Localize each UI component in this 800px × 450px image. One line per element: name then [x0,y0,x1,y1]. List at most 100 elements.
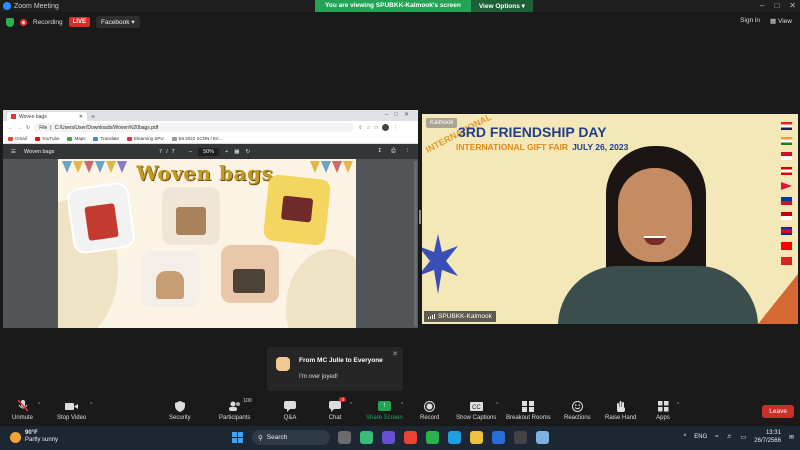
stop-video-button[interactable]: Stop Video [57,400,86,421]
video-options-chevron-icon[interactable]: ^ [90,402,92,408]
forward-icon[interactable]: → [17,125,22,131]
reactions-button[interactable]: Reactions [564,400,591,421]
more-icon[interactable]: ⋮ [405,148,411,155]
audio-options-chevron-icon[interactable]: ^ [38,402,40,408]
bookmark-maps[interactable]: Maps [67,136,85,141]
bookmark-youtube[interactable]: YouTube [34,136,59,141]
speaker-video[interactable]: Kalmook INTERNATIONAL 3RD FRIENDSHIP DAY… [422,114,798,324]
address-bar[interactable]: File | C:/Users/User/Downloads/Woven%20b… [34,123,355,132]
new-tab-icon[interactable]: + [91,114,95,121]
participants-button[interactable]: 100 Participants [219,398,252,421]
close-tab-icon: ✕ [78,113,83,120]
rotate-icon[interactable]: ↻ [246,149,251,155]
app-icon[interactable] [536,431,549,444]
search-icon: ⚲ [258,434,263,442]
language-indicator[interactable]: ENG [694,434,707,440]
shield-icon[interactable] [6,17,14,27]
share-banner: You are viewing SPUBKK-Kalmook's screen … [315,0,533,12]
menu-dots-icon[interactable]: ⋮ [393,125,398,131]
close-icon[interactable]: ✕ [392,350,398,358]
tray-chevron-icon[interactable]: ^ [683,434,686,440]
back-icon[interactable]: ← [8,125,13,131]
meet-icon[interactable] [360,431,373,444]
stream-target-dropdown[interactable]: Facebook ▾ [95,16,140,28]
volume-icon[interactable]: ♬ [727,434,733,440]
menu-icon[interactable]: ☰ [11,149,16,155]
star-icon[interactable]: ☆ [366,125,370,131]
clock[interactable]: 13:31 26/7/2566 [754,429,781,445]
edge-icon[interactable] [448,431,461,444]
bookmark-elearning[interactable]: Elearning SPU [127,136,164,141]
split-handle[interactable] [419,210,421,224]
taskbar-search[interactable]: ⚲ Search [252,430,330,445]
zoom-taskbar-icon[interactable] [492,431,505,444]
flag-india-icon [781,137,792,145]
minimize-icon[interactable]: – [760,1,764,10]
unmute-button[interactable]: Unmute [12,400,33,421]
chat-message: I'm over joyed! [299,374,338,380]
security-button[interactable]: Security [169,400,191,421]
store-icon[interactable] [514,431,527,444]
decor-triangle [758,274,798,324]
qa-button[interactable]: Q&A [283,400,297,421]
show-captions-button[interactable]: CC Show Captions [456,400,496,421]
profile-avatar[interactable] [381,124,389,131]
reload-icon[interactable]: ↻ [26,125,30,131]
fit-page-icon[interactable]: ▦ [234,149,239,155]
page-indicator: 7 / 7 [159,148,175,155]
leave-button[interactable]: Leave [762,405,794,418]
bookmark-translate[interactable]: Translate [93,136,119,141]
zoom-value[interactable]: 50% [198,147,220,156]
windows-start-icon[interactable] [232,432,243,443]
zoom-out-icon[interactable]: – [189,149,192,155]
browser-tab-title: Woven bags [19,113,47,120]
zoom-in-icon[interactable]: + [225,149,228,155]
recording-label: Recording [33,18,63,26]
share-icon[interactable]: ⇧ [358,125,362,131]
captions-options-chevron-icon[interactable]: ^ [496,402,498,408]
download-icon[interactable]: ↧ [377,148,382,155]
bag-image-keychains [262,173,332,247]
maximize-icon[interactable]: □ [774,1,779,10]
file-explorer-icon[interactable] [470,431,483,444]
view-options-button[interactable]: View Options ▾ [470,0,533,12]
line-icon[interactable] [426,431,439,444]
share-banner-message: You are viewing SPUBKK-Kalmook's screen [315,0,471,12]
breakout-rooms-button[interactable]: Breakout Rooms [506,400,551,421]
record-button[interactable]: Record [420,400,439,421]
raise-hand-button[interactable]: Raise Hand [605,400,636,421]
task-view-icon[interactable] [338,431,351,444]
wifi-icon[interactable]: ≈ [715,434,718,440]
chat-notification[interactable]: From MC Julie to Everyone I'm over joyed… [267,347,403,391]
apps-options-chevron-icon[interactable]: ^ [677,402,679,408]
chat-options-chevron-icon[interactable]: ^ [350,402,352,408]
shared-screen[interactable]: Woven bags ✕ + –□✕ ← → ↻ File | C:/Users… [3,110,418,328]
signal-icon [428,314,435,319]
teams-icon[interactable] [382,431,395,444]
pdf-slide: Woven bags [58,159,356,328]
pdf-viewer[interactable]: Woven bags [3,159,418,328]
view-button[interactable]: ▦ View [770,17,792,25]
apps-button[interactable]: Apps [656,400,670,421]
sign-in-button[interactable]: Sign in [740,17,760,25]
bookmark-other[interactable]: ผล 2022 SCNN / Eri... [171,135,222,142]
chat-button[interactable]: 4 Chat [328,397,346,421]
battery-icon[interactable]: ▭ [741,434,747,441]
print-icon[interactable]: ⎙ [391,148,395,155]
apps-icon [656,400,670,412]
weather-widget[interactable]: 90°F Partly sunny [10,430,58,444]
share-screen-button[interactable]: ↑ Share Screen [366,400,403,421]
share-options-chevron-icon[interactable]: ^ [401,402,403,408]
page-current[interactable]: 7 [159,149,162,155]
bookmark-gmail[interactable]: Gmail [8,136,27,141]
chrome-icon[interactable] [404,431,417,444]
sender-avatar [276,357,290,371]
close-icon[interactable]: ✕ [789,1,796,10]
flag-cambodia-icon [781,227,792,235]
sidepanel-icon[interactable]: □ [375,125,378,131]
browser-tab[interactable]: Woven bags ✕ [7,112,87,121]
browser-window-controls[interactable]: –□✕ [385,111,415,118]
pdf-scrollbar[interactable] [414,161,417,326]
temperature: 90°F [25,430,38,436]
notification-icon[interactable]: ✉ [789,434,794,441]
